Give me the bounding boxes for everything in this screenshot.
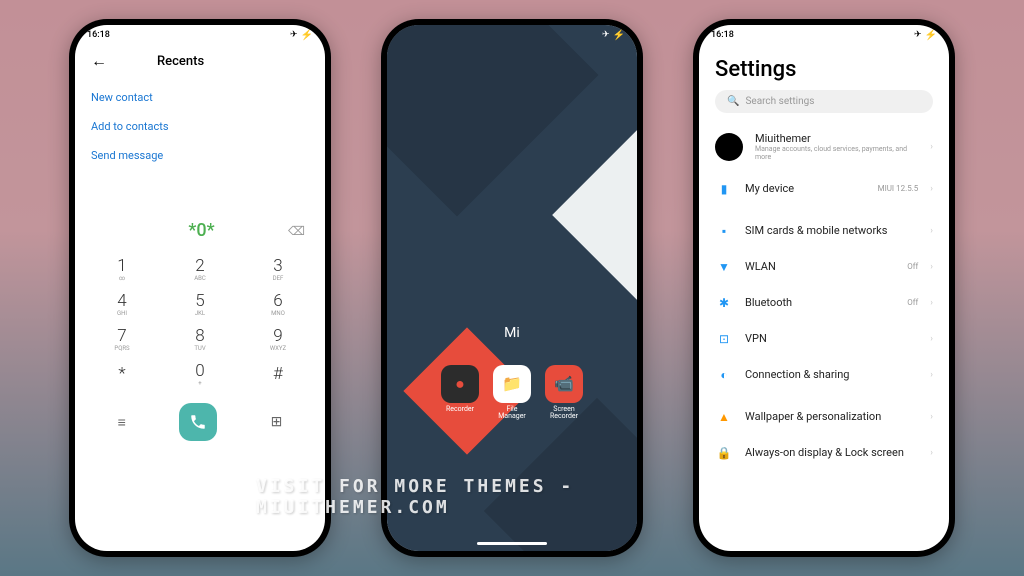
key-#[interactable]: #: [239, 356, 317, 391]
home-indicator[interactable]: [477, 542, 547, 545]
settings-item-always-on-display-lock-screen[interactable]: 🔒 Always-on display & Lock screen ›: [699, 435, 949, 471]
search-input[interactable]: 🔍 Search settings: [715, 90, 933, 113]
settings-item-icon: ▮: [715, 180, 733, 198]
back-button[interactable]: ←: [91, 51, 107, 71]
airplane-icon: ✈: [290, 30, 298, 40]
chevron-right-icon: ›: [930, 262, 933, 272]
key-7[interactable]: 7PQRS: [83, 321, 161, 356]
key-3[interactable]: 3DEF: [239, 251, 317, 286]
dial-input-value: *0*: [115, 220, 288, 241]
settings-item-label: Always-on display & Lock screen: [745, 446, 906, 459]
settings-item-icon: ▼: [715, 258, 733, 276]
settings-title: Settings: [699, 43, 949, 90]
settings-item-value: Off: [907, 298, 918, 307]
settings-item-value: Off: [907, 262, 918, 271]
settings-item-bluetooth[interactable]: ✱ Bluetooth Off ›: [699, 285, 949, 321]
send-message-link[interactable]: Send message: [91, 141, 309, 170]
battery-icon: ⚡: [301, 30, 313, 41]
settings-item-icon: ⊡: [715, 330, 733, 348]
key-9[interactable]: 9WXYZ: [239, 321, 317, 356]
settings-item-vpn[interactable]: ⊡ VPN ›: [699, 321, 949, 357]
settings-item-label: SIM cards & mobile networks: [745, 224, 906, 237]
new-contact-link[interactable]: New contact: [91, 83, 309, 112]
chevron-right-icon: ›: [930, 448, 933, 458]
status-bar: 16:18 ✈ ⚡: [75, 25, 325, 43]
settings-item-label: Wallpaper & personalization: [745, 410, 906, 423]
settings-item-connection-sharing[interactable]: ◐ Connection & sharing ›: [699, 357, 949, 393]
status-time: 16:18: [87, 30, 110, 40]
chevron-right-icon: ›: [930, 334, 933, 344]
home-wallpaper: 16:18 ✈ ⚡ Mi ●Recorder📁FileManager📹Scree…: [387, 25, 637, 551]
app-recorder[interactable]: ●Recorder: [441, 365, 479, 421]
settings-item-value: MIUI 12.5.5: [878, 184, 919, 193]
account-subtitle: Manage accounts, cloud services, payment…: [755, 145, 918, 162]
key-1[interactable]: 1∞: [83, 251, 161, 286]
dialpad-icon[interactable]: ⊞: [271, 414, 283, 430]
settings-item-wallpaper-personalization[interactable]: ▲ Wallpaper & personalization ›: [699, 399, 949, 435]
airplane-icon: ✈: [914, 30, 922, 40]
add-to-contacts-link[interactable]: Add to contacts: [91, 112, 309, 141]
settings-item-sim-cards-mobile-networks[interactable]: ▪ SIM cards & mobile networks ›: [699, 213, 949, 249]
key-*[interactable]: *: [83, 356, 161, 391]
account-item[interactable]: Miuithemer Manage accounts, cloud servic…: [699, 123, 949, 171]
settings-item-my-device[interactable]: ▮ My device MIUI 12.5.5 ›: [699, 171, 949, 207]
account-name: Miuithemer: [755, 132, 918, 145]
app-file-manager[interactable]: 📁FileManager: [493, 365, 531, 421]
page-title: Recents: [157, 54, 204, 69]
chevron-right-icon: ›: [930, 184, 933, 194]
folder-label: Mi: [504, 325, 520, 341]
menu-icon[interactable]: ≡: [118, 414, 126, 431]
search-icon: 🔍: [727, 96, 739, 107]
status-time: 16:18: [711, 30, 734, 40]
status-bar: 16:18 ✈ ⚡: [699, 25, 949, 43]
settings-item-icon: ◐: [715, 366, 733, 384]
settings-item-label: WLAN: [745, 260, 895, 273]
settings-item-icon: 🔒: [715, 444, 733, 462]
chevron-right-icon: ›: [930, 226, 933, 236]
settings-item-icon: ▪: [715, 222, 733, 240]
settings-item-label: Bluetooth: [745, 296, 895, 309]
settings-item-label: VPN: [745, 332, 906, 345]
keypad: 1∞2ABC3DEF 4GHI5JKL6MNO 7PQRS8TUV9WXYZ *0+#: [75, 247, 325, 395]
key-6[interactable]: 6MNO: [239, 286, 317, 321]
app-screen-recorder[interactable]: 📹ScreenRecorder: [545, 365, 583, 421]
key-0[interactable]: 0+: [161, 356, 239, 391]
avatar: [715, 133, 743, 161]
settings-item-label: My device: [745, 182, 866, 195]
settings-item-icon: ✱: [715, 294, 733, 312]
chevron-right-icon: ›: [930, 298, 933, 308]
key-8[interactable]: 8TUV: [161, 321, 239, 356]
key-5[interactable]: 5JKL: [161, 286, 239, 321]
backspace-button[interactable]: ⌫: [288, 224, 305, 238]
settings-item-label: Connection & sharing: [745, 368, 906, 381]
watermark-text: VISIT FOR MORE THEMES - MIUITHEMER.COM: [256, 476, 768, 518]
chevron-right-icon: ›: [930, 142, 933, 152]
key-2[interactable]: 2ABC: [161, 251, 239, 286]
settings-item-wlan[interactable]: ▼ WLAN Off ›: [699, 249, 949, 285]
call-button[interactable]: [179, 403, 217, 441]
settings-item-icon: ▲: [715, 408, 733, 426]
search-placeholder: Search settings: [745, 96, 814, 107]
battery-icon: ⚡: [925, 30, 937, 41]
chevron-right-icon: ›: [930, 412, 933, 422]
key-4[interactable]: 4GHI: [83, 286, 161, 321]
chevron-right-icon: ›: [930, 370, 933, 380]
